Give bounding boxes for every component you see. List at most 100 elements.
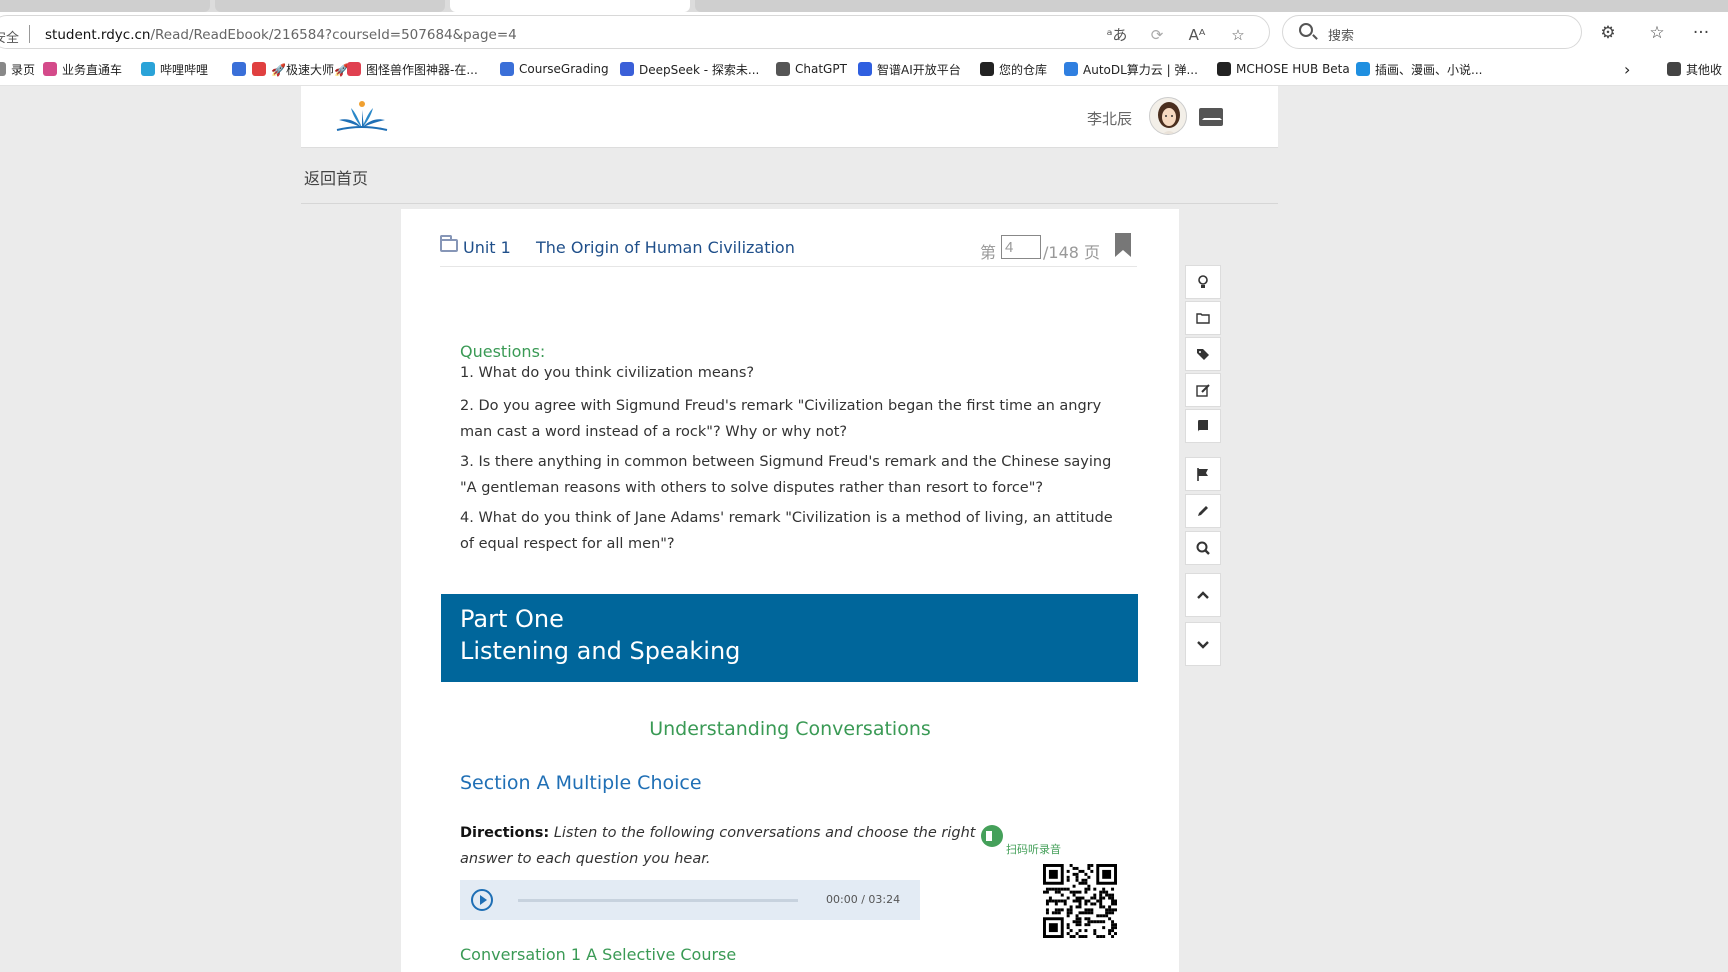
scroll-up-button[interactable]	[1185, 573, 1221, 617]
book-tool-button[interactable]	[1185, 409, 1221, 443]
folder-icon	[440, 235, 458, 252]
browser-tab-active[interactable]	[450, 0, 690, 12]
bookmark-item[interactable]: 其他收	[1667, 60, 1722, 78]
tab-strip	[0, 0, 1728, 12]
pencil-tool-button[interactable]	[1185, 494, 1221, 528]
rocket-icon	[252, 62, 266, 76]
bookmark-label: AutoDL算力云 | 弹...	[1083, 62, 1198, 77]
reader-content: Unit 1 The Origin of Human Civilization …	[401, 209, 1179, 972]
pencil-icon	[1198, 506, 1208, 516]
mail-icon[interactable]	[1199, 108, 1223, 126]
unit-label[interactable]: Unit 1	[463, 238, 511, 257]
site-logo[interactable]	[333, 98, 391, 134]
bookmark-item[interactable]: 录页	[0, 60, 35, 78]
site-header: 李北辰	[301, 86, 1278, 148]
section-heading: Section A Multiple Choice	[460, 772, 702, 794]
url-text[interactable]: student.rdyc.cn/Read/ReadEbook/216584?co…	[45, 27, 517, 43]
security-label: 安全	[0, 31, 20, 46]
bookmark-item[interactable]: 插画、漫画、小说...	[1356, 60, 1482, 78]
refresh-app-icon[interactable]: ⟳	[1146, 24, 1168, 46]
part-title: Part One	[460, 605, 564, 633]
image-icon	[347, 62, 361, 76]
bookmark-item[interactable]: 哔哩哔哩	[141, 60, 208, 78]
understanding-heading: Understanding Conversations	[649, 718, 931, 740]
read-aloud-icon[interactable]: Aᴬ	[1186, 24, 1208, 46]
bookmark-item[interactable]: CourseGrading	[500, 60, 609, 78]
bookmark-label: DeepSeek - 探索未...	[639, 62, 760, 77]
reader-header: Unit 1 The Origin of Human Civilization …	[440, 227, 1137, 267]
mchose-icon	[1217, 62, 1231, 76]
browser-tab[interactable]	[215, 0, 445, 12]
back-home-link[interactable]: 返回首页	[304, 165, 368, 189]
favorite-star-icon[interactable]: ☆	[1227, 24, 1249, 46]
bookmark-item[interactable]: DeepSeek - 探索未...	[620, 60, 759, 78]
question-item: 1. What do you think civilization means?	[460, 365, 755, 381]
bookmark-item[interactable]: AutoDL算力云 | 弹...	[1064, 60, 1198, 78]
browser-search-field[interactable]: 搜索	[1282, 15, 1582, 49]
bookmark-label: 插画、漫画、小说...	[1375, 62, 1483, 77]
bookmark-label: 业务直通车	[62, 62, 123, 77]
bookmark-item[interactable]: MCHOSE HUB Beta	[1217, 60, 1350, 78]
username[interactable]: 李北辰	[1087, 108, 1132, 129]
unit-title[interactable]: The Origin of Human Civilization	[536, 238, 795, 257]
bookmark-icon[interactable]	[1115, 233, 1131, 257]
bookmark-item[interactable]: 您的仓库	[980, 60, 1047, 78]
sub-navigation: 返回首页	[301, 148, 1278, 204]
bookmark-label: 图怪兽作图神器-在...	[366, 62, 478, 77]
pixiv-icon	[1356, 62, 1370, 76]
zhipu-icon	[858, 62, 872, 76]
search-icon	[1299, 23, 1313, 37]
catalog-tool-button[interactable]	[1185, 301, 1221, 335]
avatar[interactable]	[1149, 97, 1187, 135]
edit-icon	[1196, 384, 1210, 397]
bookmark-item[interactable]: 业务直通车	[43, 60, 122, 78]
lightbulb-icon	[1198, 275, 1208, 288]
tags-tool-button[interactable]	[1185, 337, 1221, 371]
link-icon	[43, 62, 57, 76]
flag-tool-button[interactable]	[1185, 457, 1221, 491]
bookmark-label: 🚀极速大师🚀	[271, 62, 349, 77]
question-item: 4. What do you think of Jane Adams' rema…	[460, 510, 1113, 552]
address-bar: 安全 student.rdyc.cn/Read/ReadEbook/216584…	[0, 12, 1728, 52]
bookmark-item[interactable]	[232, 60, 246, 78]
bookmark-item[interactable]: ChatGPT	[776, 60, 847, 78]
audio-player: 00:00 / 03:24	[460, 880, 920, 920]
more-menu-icon[interactable]: ···	[1689, 22, 1713, 44]
chevron-right-icon[interactable]: ›	[1624, 60, 1630, 79]
bookmarks-bar: 录页 业务直通车 哔哩哔哩 🚀极速大师🚀 图怪兽作图神器-在... CourseGradi…	[0, 52, 1728, 86]
rocket-icon	[232, 62, 246, 76]
autodl-icon	[1064, 62, 1078, 76]
qr-code	[1043, 864, 1117, 938]
page-number-input[interactable]	[1001, 235, 1041, 259]
tip-tool-button[interactable]	[1185, 265, 1221, 299]
tags-icon	[1197, 349, 1209, 360]
extensions-icon[interactable]: ⚙	[1596, 22, 1620, 44]
folder-icon	[1196, 313, 1210, 324]
favorites-icon[interactable]: ☆	[1645, 22, 1669, 44]
book-icon	[1198, 420, 1208, 432]
speaker-icon	[981, 825, 1003, 847]
bilibili-icon	[141, 62, 155, 76]
bookmark-label: 哔哩哔哩	[160, 62, 209, 77]
conversation-title[interactable]: Conversation 1 A Selective Course	[460, 945, 736, 964]
question-item: 2. Do you agree with Sigmund Freud's rem…	[460, 398, 1102, 440]
part-banner: Part One Listening and Speaking	[441, 594, 1138, 682]
translate-icon[interactable]: ᵃあ	[1106, 24, 1128, 46]
bookmark-label: ChatGPT	[795, 62, 847, 76]
audio-progress-bar[interactable]	[518, 899, 798, 902]
bookmark-item[interactable]: 图怪兽作图神器-在...	[347, 60, 478, 78]
browser-tab[interactable]	[0, 0, 210, 12]
bookmark-label: CourseGrading	[519, 62, 609, 76]
browser-tab[interactable]	[695, 0, 1728, 12]
cg-icon	[500, 62, 514, 76]
play-icon[interactable]	[471, 889, 493, 911]
folder-icon	[1667, 62, 1681, 76]
note-tool-button[interactable]	[1185, 373, 1221, 407]
bookmark-item[interactable]: 智谱AI开放平台	[858, 60, 961, 78]
bookmark-item[interactable]: 🚀极速大师🚀	[252, 60, 349, 78]
url-field[interactable]: 安全 student.rdyc.cn/Read/ReadEbook/216584…	[0, 15, 1270, 49]
part-subtitle: Listening and Speaking	[460, 637, 741, 665]
scroll-down-button[interactable]	[1185, 622, 1221, 666]
search-tool-button[interactable]	[1185, 531, 1221, 565]
site: 李北辰 返回首页 Unit 1 The Origin of Human Civi…	[301, 86, 1278, 972]
